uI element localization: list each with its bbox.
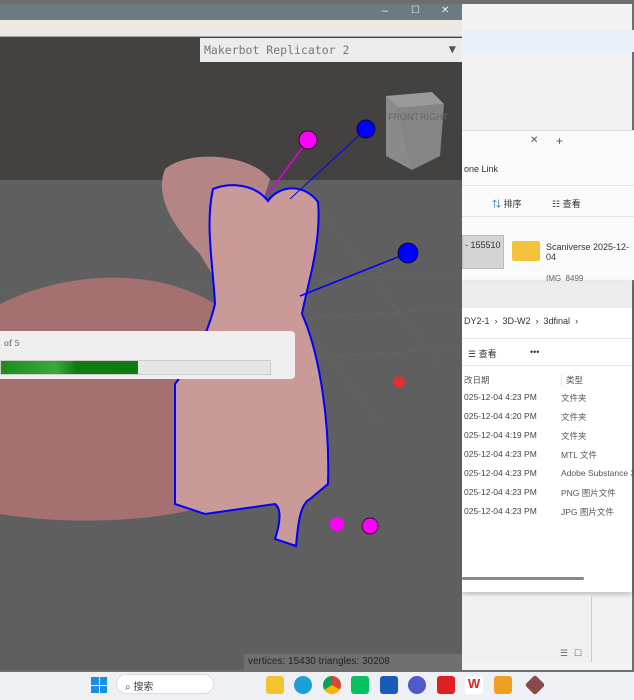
row-date[interactable]: 025-12-04 4:19 PM bbox=[464, 430, 537, 440]
file-item[interactable]: - 155510 bbox=[462, 235, 504, 269]
slicer-app-window: – ☐ ✕ FRONT RIGHT Makerbot Replicator 2 ▼… bbox=[0, 4, 462, 670]
row-date[interactable]: 025-12-04 4:23 PM bbox=[464, 506, 537, 516]
youdao-icon[interactable] bbox=[437, 676, 455, 694]
row-type: 文件夹 bbox=[561, 431, 587, 441]
view-cube[interactable]: FRONT RIGHT bbox=[386, 92, 449, 170]
windows-start-icon[interactable] bbox=[91, 677, 107, 693]
mesh-stats: vertices: 15430 triangles: 30208 bbox=[244, 654, 462, 670]
explorer-window-top: ✕ + one Link ⇅ 排序 ☷ 查看 - 155510 Scaniver… bbox=[462, 130, 634, 283]
sort-icon: ⇅ bbox=[492, 199, 502, 209]
search-tool-icon[interactable] bbox=[494, 676, 512, 694]
row-type: MTL 文件 bbox=[561, 450, 598, 460]
search-icon: ⌕ bbox=[125, 682, 131, 693]
row-type: 文件夹 bbox=[561, 393, 587, 403]
progress-bar bbox=[0, 360, 271, 375]
row-type: PNG 图片文件 bbox=[561, 488, 616, 498]
view-icon: ☷ bbox=[552, 199, 561, 209]
magenta-handle[interactable] bbox=[298, 130, 318, 150]
window-strip bbox=[462, 30, 634, 52]
wechat-icon[interactable] bbox=[351, 676, 369, 694]
blue-handle[interactable] bbox=[356, 119, 376, 139]
edge-icon[interactable] bbox=[294, 676, 312, 694]
progress-label: of 5 bbox=[4, 339, 20, 348]
wps-icon[interactable]: W bbox=[465, 676, 483, 694]
zip-folder-icon bbox=[512, 241, 540, 261]
row-date[interactable]: 025-12-04 4:23 PM bbox=[464, 392, 537, 402]
explorer-window-bottom: DY2-1 › 3D-W2 › 3dfinal › ☰ 查看 ••• 改日期 类… bbox=[462, 282, 634, 592]
breadcrumb[interactable]: one Link bbox=[464, 164, 498, 174]
view-button[interactable]: ☰ 查看 bbox=[468, 347, 497, 360]
view-cube-front[interactable]: FRONT bbox=[388, 112, 419, 122]
window-bottom-area: ☰ ☐ bbox=[462, 596, 592, 662]
row-date[interactable]: 025-12-04 4:23 PM bbox=[464, 487, 537, 497]
progress-dialog: of 5 bbox=[0, 331, 295, 379]
row-date[interactable]: 025-12-04 4:23 PM bbox=[464, 449, 537, 459]
row-type: JPG 图片文件 bbox=[561, 507, 614, 517]
file-explorer-icon[interactable] bbox=[266, 676, 284, 694]
teams-icon[interactable] bbox=[408, 676, 426, 694]
red-marker[interactable] bbox=[393, 376, 405, 388]
progress-fill bbox=[1, 361, 139, 374]
row-date[interactable]: 025-12-04 4:20 PM bbox=[464, 411, 537, 421]
blue-handle[interactable] bbox=[397, 242, 419, 264]
taskbar-search[interactable]: ⌕ 搜索 bbox=[116, 674, 214, 694]
magenta-handle[interactable] bbox=[330, 517, 344, 531]
sort-button[interactable]: ⇅ 排序 bbox=[492, 197, 522, 210]
breadcrumb: DY2-1 › 3D-W2 › 3dfinal › bbox=[464, 316, 579, 326]
horizontal-scrollbar[interactable] bbox=[462, 577, 584, 580]
tab-close-button[interactable]: ✕ bbox=[530, 135, 538, 146]
chrome-icon[interactable] bbox=[323, 676, 341, 694]
row-date[interactable]: 025-12-04 4:23 PM bbox=[464, 468, 537, 478]
view-button[interactable]: ☷ 查看 bbox=[552, 197, 581, 210]
word-icon[interactable] bbox=[380, 676, 398, 694]
column-type[interactable]: 类型 bbox=[561, 374, 583, 386]
chevron-down-icon: ▼ bbox=[448, 42, 456, 56]
row-type: Adobe Substance 3 bbox=[561, 468, 634, 478]
file-item[interactable]: Scaniverse 2025-12-04 bbox=[546, 242, 634, 262]
printer-select[interactable]: Makerbot Replicator 2 ▼ bbox=[200, 38, 462, 62]
details-view-icon[interactable]: ☰ bbox=[560, 648, 568, 659]
column-date[interactable]: 改日期 bbox=[464, 374, 490, 386]
tiles-view-icon[interactable]: ☐ bbox=[574, 648, 582, 659]
more-button[interactable]: ••• bbox=[530, 347, 539, 357]
view-cube-right[interactable]: RIGHT bbox=[420, 112, 449, 122]
magenta-handle[interactable] bbox=[361, 517, 379, 535]
tab-add-button[interactable]: + bbox=[556, 134, 563, 148]
row-type: 文件夹 bbox=[561, 412, 587, 422]
